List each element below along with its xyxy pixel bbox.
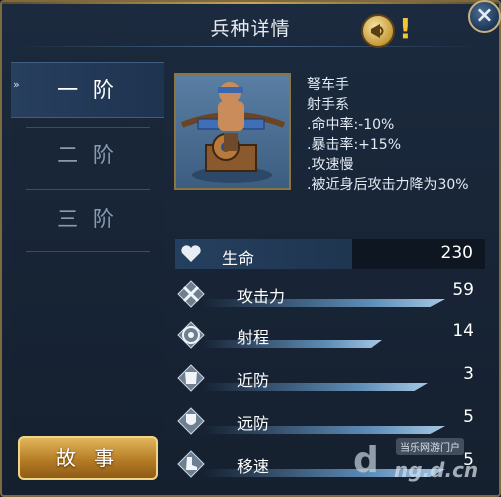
stat-bar [202,383,428,391]
stat-row-attack: 攻击力 59 [172,275,490,315]
crossed-swords-icon [176,279,206,309]
watermark-logo: d [353,440,379,481]
shield-icon [176,406,206,436]
stat-row-ranged-defense: 远防 5 [172,402,490,442]
close-button[interactable]: × [468,0,501,33]
stat-label: 攻击力 [237,287,286,306]
armor-icon [176,363,206,393]
tab-tier-2[interactable]: 二 阶 [11,128,164,182]
tab-tier-1[interactable]: 一 阶 [11,62,164,118]
stat-value: 5 [463,407,474,427]
unit-trait: .命中率:-10% [307,117,395,133]
stat-row-range: 射程 14 [172,316,490,356]
stat-bar [202,340,382,348]
heart-icon [180,244,202,268]
unit-trait: .攻速慢 [307,157,354,173]
unit-portrait [174,73,291,190]
stat-label: 远防 [237,414,270,433]
target-icon [176,320,206,350]
help-horn-icon[interactable] [361,14,395,48]
stat-label: 射程 [237,328,270,347]
stat-value: 59 [452,280,474,300]
tab-tier-3[interactable]: 三 阶 [11,192,164,246]
alert-icon: ! [399,12,412,45]
stat-row-melee-defense: 近防 3 [172,359,490,399]
unit-name: 弩车手 [307,77,349,93]
watermark-url: ng.d.cn [394,458,479,482]
ballista-soldier-icon [180,82,286,183]
story-button[interactable]: 故 事 [18,436,158,480]
boot-icon [176,449,206,479]
watermark-badge: 当乐网游门户 [396,438,464,455]
stat-label: 移速 [237,457,270,476]
hp-label: 生命 [222,249,255,268]
stat-value: 3 [463,364,474,384]
hp-value: 230 [440,243,473,263]
title-divider [14,46,484,47]
unit-trait: .暴击率:+15% [307,137,402,153]
active-tab-arrow-icon: » [13,78,20,91]
tab-divider [26,189,150,190]
stat-value: 14 [452,321,474,341]
dialog-title: 兵种详情 [210,18,291,40]
tab-divider [26,251,150,252]
stat-label: 近防 [237,371,270,390]
unit-type: 射手系 [307,97,349,113]
unit-trait: .被近身后攻击力降为30% [307,177,469,193]
